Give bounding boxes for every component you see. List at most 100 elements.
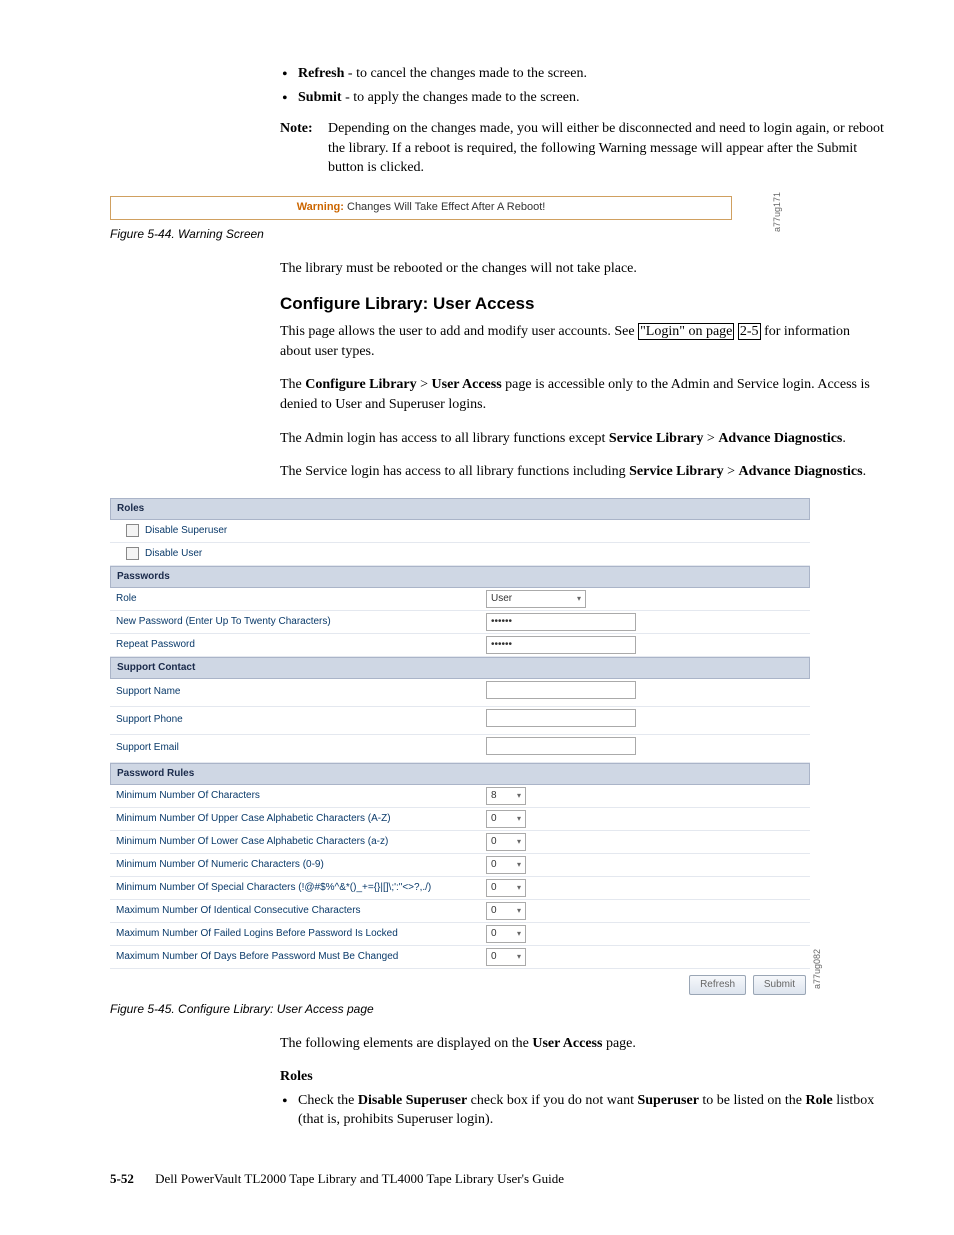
p4-pre: The Service login has access to all libr…	[280, 464, 629, 479]
after-ua-lead: The following elements are displayed on …	[280, 1034, 884, 1054]
band-rules: Password Rules	[110, 763, 810, 785]
chevron-down-icon: ▾	[517, 813, 521, 824]
after-warning-text: The library must be rebooted or the chan…	[280, 259, 884, 279]
rule-value: 0	[491, 904, 497, 918]
after-ua-block: The following elements are displayed on …	[280, 1034, 884, 1130]
p2-gt: >	[417, 377, 432, 392]
p3-post: .	[842, 431, 846, 446]
chevron-down-icon: ▾	[577, 593, 581, 604]
bullet-rest: - to apply the changes made to the scree…	[342, 90, 580, 105]
bullet-bold: Submit	[298, 90, 342, 105]
lead-pre: The following elements are displayed on …	[280, 1036, 532, 1051]
rule-value: 0	[491, 950, 497, 964]
newpw-label: New Password (Enter Up To Twenty Charact…	[116, 615, 486, 629]
rb-post1: to be listed on the	[699, 1093, 806, 1108]
rb-mid: check box if you do not want	[467, 1093, 637, 1108]
ua-caption: Figure 5-45. Configure Library: User Acc…	[110, 1001, 884, 1018]
rule-select[interactable]: 8▾	[486, 787, 526, 805]
section-heading: Configure Library: User Access	[280, 292, 884, 316]
intro-bullets: Refresh - to cancel the changes made to …	[280, 64, 884, 107]
section-p2: The Configure Library > User Access page…	[280, 375, 884, 414]
rule-row: Maximum Number Of Identical Consecutive …	[110, 900, 810, 923]
row-disable-superuser: Disable Superuser	[110, 520, 810, 543]
rule-label: Maximum Number Of Identical Consecutive …	[116, 904, 486, 918]
page-footer: 5-52 Dell PowerVault TL2000 Tape Library…	[110, 1170, 884, 1188]
new-password-input[interactable]: ••••••	[486, 613, 636, 631]
chevron-down-icon: ▾	[517, 951, 521, 962]
rule-select[interactable]: 0▾	[486, 925, 526, 943]
row-support-phone: Support Phone	[110, 707, 810, 735]
rule-select[interactable]: 0▾	[486, 902, 526, 920]
rule-value: 0	[491, 881, 497, 895]
rule-select[interactable]: 0▾	[486, 833, 526, 851]
section-p3: The Admin login has access to all librar…	[280, 429, 884, 449]
role-select[interactable]: User ▾	[486, 590, 586, 608]
p3-b1: Service Library	[609, 431, 703, 446]
rule-value: 0	[491, 835, 497, 849]
submit-button[interactable]: Submit	[753, 975, 806, 995]
footer-title: Dell PowerVault TL2000 Tape Library and …	[155, 1171, 564, 1186]
rule-row: Maximum Number Of Days Before Password M…	[110, 946, 810, 969]
rule-label: Minimum Number Of Upper Case Alphabetic …	[116, 812, 486, 826]
support-name-label: Support Name	[116, 685, 486, 699]
roles-term: Roles	[280, 1067, 884, 1087]
support-email-input[interactable]	[486, 737, 636, 755]
disable-superuser-checkbox[interactable]	[126, 524, 139, 537]
bullet-rest: - to cancel the changes made to the scre…	[344, 66, 587, 81]
rule-label: Minimum Number Of Lower Case Alphabetic …	[116, 835, 486, 849]
disable-superuser-label: Disable Superuser	[145, 524, 227, 538]
row-disable-user: Disable User	[110, 543, 810, 566]
row-repeatpw: Repeat Password ••••••	[110, 634, 810, 657]
band-roles: Roles	[110, 498, 810, 520]
figure-code: a77ug082	[811, 949, 824, 989]
after-warning-block: The library must be rebooted or the chan…	[280, 259, 884, 482]
p2-b1: Configure Library	[305, 377, 416, 392]
rb-b2: Superuser	[637, 1093, 698, 1108]
note-body: Depending on the changes made, you will …	[328, 119, 884, 178]
bullet-refresh: Refresh - to cancel the changes made to …	[280, 64, 884, 84]
disable-user-checkbox[interactable]	[126, 547, 139, 560]
rule-row: Minimum Number Of Special Characters (!@…	[110, 877, 810, 900]
chevron-down-icon: ▾	[517, 790, 521, 801]
rule-select[interactable]: 0▾	[486, 948, 526, 966]
rule-value: 0	[491, 812, 497, 826]
chevron-down-icon: ▾	[517, 928, 521, 939]
support-name-input[interactable]	[486, 681, 636, 699]
warning-message: Changes Will Take Effect After A Reboot!	[344, 201, 545, 213]
rule-label: Minimum Number Of Special Characters (!@…	[116, 881, 486, 895]
note-label: Note:	[280, 119, 328, 178]
roles-bullet: Check the Disable Superuser check box if…	[280, 1091, 884, 1130]
rb-b1: Disable Superuser	[358, 1093, 467, 1108]
p3-pre: The Admin login has access to all librar…	[280, 431, 609, 446]
page-number: 5-52	[110, 1171, 134, 1186]
repeatpw-label: Repeat Password	[116, 638, 486, 652]
support-phone-input[interactable]	[486, 709, 636, 727]
button-row: Refresh Submit	[110, 969, 810, 995]
lead-post: page.	[602, 1036, 635, 1051]
rule-select[interactable]: 0▾	[486, 879, 526, 897]
rule-row: Minimum Number Of Characters8▾	[110, 785, 810, 808]
bullet-submit: Submit - to apply the changes made to th…	[280, 88, 884, 108]
section-p1: This page allows the user to add and mod…	[280, 322, 884, 361]
rule-select[interactable]: 0▾	[486, 856, 526, 874]
login-page-link[interactable]: "Login" on page	[638, 323, 734, 340]
rule-select[interactable]: 0▾	[486, 810, 526, 828]
intro-block: Refresh - to cancel the changes made to …	[280, 64, 884, 178]
bullet-bold: Refresh	[298, 66, 344, 81]
rule-label: Minimum Number Of Numeric Characters (0-…	[116, 858, 486, 872]
chevron-down-icon: ▾	[517, 836, 521, 847]
repeat-password-input[interactable]: ••••••	[486, 636, 636, 654]
p2-b2: User Access	[432, 377, 502, 392]
login-page-link-2[interactable]: 2-5	[738, 323, 761, 340]
role-value: User	[491, 592, 512, 606]
p3-gt: >	[703, 431, 718, 446]
rule-label: Maximum Number Of Failed Logins Before P…	[116, 927, 486, 941]
p4-gt: >	[724, 464, 739, 479]
figure-code: a77ug171	[771, 192, 784, 232]
support-email-label: Support Email	[116, 741, 486, 755]
rule-label: Minimum Number Of Characters	[116, 789, 486, 803]
p4-b2: Advance Diagnostics	[739, 464, 863, 479]
refresh-button[interactable]: Refresh	[689, 975, 746, 995]
p4-post: .	[863, 464, 867, 479]
row-support-email: Support Email	[110, 735, 810, 763]
